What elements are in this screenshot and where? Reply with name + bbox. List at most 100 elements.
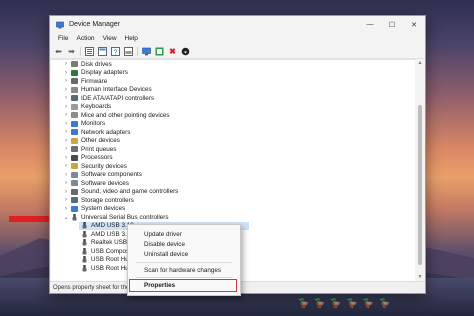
tree-category[interactable]: › Network adapters xyxy=(63,128,130,137)
forward-icon[interactable]: ➡ xyxy=(67,47,76,56)
monitor-icon xyxy=(71,120,78,127)
tree-category[interactable]: › Firmware xyxy=(63,77,107,86)
chevron-right-icon[interactable]: › xyxy=(63,104,69,110)
toolbar-separator xyxy=(137,46,138,56)
menu-item-properties[interactable]: Properties xyxy=(129,279,237,292)
menu-item-uninstall-device[interactable]: Uninstall device xyxy=(144,251,188,258)
tree-category[interactable]: › Software devices xyxy=(63,179,129,188)
scan-icon[interactable] xyxy=(142,47,151,56)
show-hide-icon[interactable] xyxy=(85,46,94,56)
tree-category[interactable]: › Human Interface Devices xyxy=(63,86,152,95)
tree-category[interactable]: › Other devices xyxy=(63,137,120,146)
tree-category[interactable]: › System devices xyxy=(63,205,125,214)
chevron-right-icon[interactable]: › xyxy=(63,61,69,67)
software-device-icon xyxy=(71,180,78,187)
usb-icon xyxy=(82,230,87,238)
scroll-up-arrow-icon[interactable]: ▲ xyxy=(416,59,424,67)
usb-icon xyxy=(82,256,87,263)
storage-controller-icon xyxy=(71,197,78,204)
chevron-right-icon[interactable]: › xyxy=(63,138,69,144)
minimize-button[interactable]: — xyxy=(359,16,381,33)
chevron-right-icon[interactable]: › xyxy=(63,206,69,212)
menu-file[interactable]: File xyxy=(54,35,72,42)
chevron-right-icon[interactable]: › xyxy=(63,129,69,135)
status-text: Opens property sheet for the xyxy=(53,284,130,291)
disk-drive-icon xyxy=(71,61,78,68)
software-component-icon xyxy=(71,171,78,178)
tree-category[interactable]: › Software components xyxy=(63,171,142,180)
help-icon[interactable]: ? xyxy=(111,46,120,56)
usb-device[interactable]: Realtek USB 2. xyxy=(79,239,134,248)
update-driver-icon[interactable] xyxy=(155,47,164,56)
tree-category-usb-controllers[interactable]: ⌄ Universal Serial Bus controllers xyxy=(63,213,169,222)
scroll-thumb[interactable] xyxy=(418,105,422,265)
chevron-down-icon[interactable]: ⌄ xyxy=(63,214,69,221)
tree-category[interactable]: › Security devices xyxy=(63,162,127,171)
usb-icon xyxy=(82,222,87,229)
context-menu: Update driver Disable device Uninstall d… xyxy=(127,224,241,296)
menu-bar: File Action View Help xyxy=(50,33,425,44)
processor-icon xyxy=(71,154,78,161)
scroll-down-arrow-icon[interactable]: ▼ xyxy=(416,273,424,281)
keyboard-icon xyxy=(71,103,78,110)
sound-icon xyxy=(71,188,78,195)
menu-action[interactable]: Action xyxy=(72,35,98,42)
other-devices-icon xyxy=(71,137,78,144)
title-bar[interactable]: Device Manager — ☐ ✕ xyxy=(50,16,425,33)
usb-device[interactable]: USB Root Hub xyxy=(79,256,132,265)
network-adapter-icon xyxy=(71,129,78,136)
maximize-button[interactable]: ☐ xyxy=(381,16,403,33)
usb-icon xyxy=(82,247,87,255)
uninstall-icon[interactable]: ✖ xyxy=(168,47,177,56)
tree-category[interactable]: › IDE ATA/ATAPI controllers xyxy=(63,94,154,103)
toolbar: ⬅ ➡ ? ✖ xyxy=(50,44,425,59)
menu-item-scan-hardware[interactable]: Scan for hardware changes xyxy=(144,267,221,274)
tree-category[interactable]: › Disk drives xyxy=(63,60,112,69)
menu-help[interactable]: Help xyxy=(121,35,142,42)
tree-category[interactable]: › Monitors xyxy=(63,120,105,129)
menu-view[interactable]: View xyxy=(99,35,121,42)
device-manager-app-icon xyxy=(56,21,64,28)
chevron-right-icon[interactable]: › xyxy=(63,78,69,84)
chevron-right-icon[interactable]: › xyxy=(63,121,69,127)
usb-device[interactable]: AMD USB 3.10 xyxy=(79,230,134,239)
usb-device[interactable]: USB Composit xyxy=(79,247,132,256)
hid-icon xyxy=(71,86,78,93)
menu-separator xyxy=(136,262,232,263)
properties-icon[interactable] xyxy=(98,46,107,56)
tree-category[interactable]: › Print queues xyxy=(63,145,116,154)
tree-category[interactable]: › Display adapters xyxy=(63,69,128,78)
vertical-scrollbar[interactable]: ▲ ▼ xyxy=(416,59,424,281)
disable-icon[interactable] xyxy=(181,47,190,56)
chevron-right-icon[interactable]: › xyxy=(63,70,69,76)
chevron-right-icon[interactable]: › xyxy=(63,172,69,178)
firmware-icon xyxy=(71,78,78,85)
chevron-right-icon[interactable]: › xyxy=(63,112,69,118)
chevron-right-icon[interactable]: › xyxy=(63,87,69,93)
chevron-right-icon[interactable]: › xyxy=(63,189,69,195)
ide-controller-icon xyxy=(71,95,78,102)
tree-category[interactable]: › Sound, video and game controllers xyxy=(63,188,178,197)
chevron-right-icon[interactable]: › xyxy=(63,180,69,186)
chevron-right-icon[interactable]: › xyxy=(63,163,69,169)
usb-device[interactable]: USB Root Hub xyxy=(79,264,132,273)
chevron-right-icon[interactable]: › xyxy=(63,197,69,203)
window-controls: — ☐ ✕ xyxy=(359,16,425,33)
chevron-right-icon[interactable]: › xyxy=(63,146,69,152)
usb-icon xyxy=(72,213,77,221)
menu-item-update-driver[interactable]: Update driver xyxy=(144,231,182,238)
chevron-right-icon[interactable]: › xyxy=(63,95,69,101)
tree-category[interactable]: › Processors xyxy=(63,154,113,163)
print-queue-icon xyxy=(71,146,78,153)
view-icon[interactable] xyxy=(124,46,133,56)
tree-category[interactable]: › Storage controllers xyxy=(63,196,134,205)
close-button[interactable]: ✕ xyxy=(403,16,425,33)
system-device-icon xyxy=(71,205,78,212)
security-device-icon xyxy=(71,163,78,170)
chevron-right-icon[interactable]: › xyxy=(63,155,69,161)
menu-item-disable-device[interactable]: Disable device xyxy=(144,241,185,248)
tree-category[interactable]: › Mice and other pointing devices xyxy=(63,111,170,120)
tree-category[interactable]: › Keyboards xyxy=(63,103,111,112)
back-icon[interactable]: ⬅ xyxy=(54,47,63,56)
toolbar-separator xyxy=(80,46,81,56)
